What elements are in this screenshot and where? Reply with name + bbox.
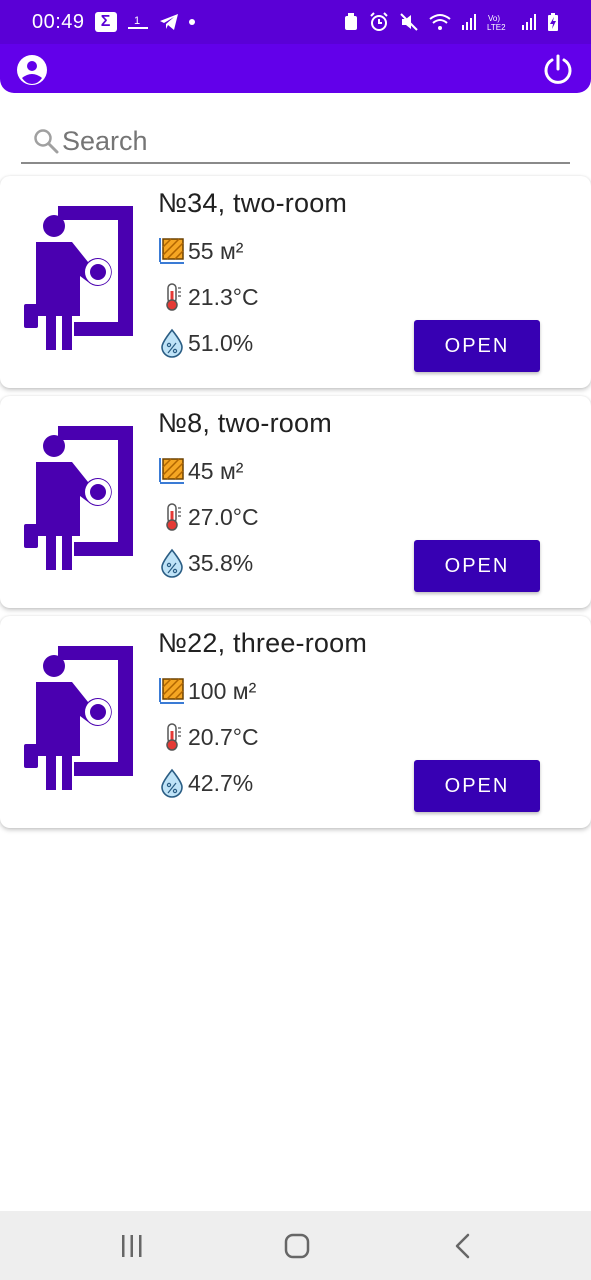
area-row: 55 м² xyxy=(158,235,243,267)
signal-icon xyxy=(521,13,537,31)
area-icon xyxy=(159,238,184,264)
mute-icon xyxy=(399,12,419,32)
area-value: 45 м² xyxy=(188,457,244,484)
person-door-icon xyxy=(22,426,137,576)
person-door-icon xyxy=(22,646,137,796)
humidity-icon xyxy=(161,548,183,578)
sigma-icon: Σ xyxy=(94,12,117,32)
open-button[interactable]: OPEN xyxy=(414,320,540,372)
humidity-row: 35.8% xyxy=(158,547,253,579)
humidity-icon xyxy=(161,328,183,358)
area-icon xyxy=(159,458,184,484)
humidity-value: 42.7% xyxy=(188,769,254,796)
apartment-title: №34, two-room xyxy=(158,188,348,218)
humidity-row: 51.0% xyxy=(158,327,253,359)
apartment-card: №22, three-room 100 м² 20.7°C 42.7% OPEN xyxy=(0,616,591,828)
volte-icon: Vo) LTE2 xyxy=(487,12,511,32)
area-icon xyxy=(159,678,184,704)
thermometer-icon xyxy=(166,723,181,751)
apartment-card: №8, two-room 45 м² 27.0°C 35.8% OPEN xyxy=(0,396,591,608)
temperature-row: 21.3°C xyxy=(158,281,259,313)
search-icon xyxy=(32,127,60,155)
home-icon[interactable] xyxy=(283,1232,311,1260)
area-row: 45 м² xyxy=(158,455,243,487)
app-bar xyxy=(0,44,591,93)
1more-icon: 1 xyxy=(127,12,149,32)
area-value: 100 м² xyxy=(188,677,257,704)
svg-text:1: 1 xyxy=(134,15,140,27)
battery-charging-icon xyxy=(547,12,559,32)
open-button[interactable]: OPEN xyxy=(414,760,540,812)
status-left: 00:49 Σ 1 xyxy=(32,11,195,34)
thermometer-icon xyxy=(166,503,181,531)
humidity-value: 35.8% xyxy=(188,549,254,576)
back-icon[interactable] xyxy=(450,1232,476,1260)
temperature-value: 20.7°C xyxy=(188,723,259,750)
status-right: Vo) LTE2 xyxy=(343,12,559,32)
thermometer-icon xyxy=(166,283,181,311)
alarm-icon xyxy=(369,12,389,32)
telegram-icon xyxy=(159,13,179,31)
area-value: 55 м² xyxy=(188,237,244,264)
status-bar: 00:49 Σ 1 Vo) LTE2 xyxy=(0,0,591,44)
humidity-row: 42.7% xyxy=(158,767,253,799)
person-door-icon xyxy=(22,206,137,356)
apartment-title: №8, two-room xyxy=(158,408,332,438)
signal-icon xyxy=(461,13,477,31)
apartment-title: №22, three-room xyxy=(158,628,368,658)
humidity-value: 51.0% xyxy=(188,329,254,356)
open-button[interactable]: OPEN xyxy=(414,540,540,592)
apartment-card: №34, two-room 55 м² 21.3°C 51.0% OPEN xyxy=(0,176,591,388)
account-icon[interactable] xyxy=(16,54,48,86)
status-time: 00:49 xyxy=(32,10,85,33)
temperature-value: 21.3°C xyxy=(188,283,259,310)
search-bar xyxy=(21,120,570,164)
svg-text:Vo): Vo) xyxy=(488,14,500,23)
temperature-row: 20.7°C xyxy=(158,721,259,753)
search-input[interactable] xyxy=(62,121,570,161)
temperature-row: 27.0°C xyxy=(158,501,259,533)
humidity-icon xyxy=(161,768,183,798)
dot-icon xyxy=(188,19,195,25)
nfc-icon xyxy=(343,12,359,32)
svg-text:LTE2: LTE2 xyxy=(487,23,506,32)
system-nav-bar xyxy=(0,1211,591,1280)
wifi-icon xyxy=(429,13,451,31)
area-row: 100 м² xyxy=(158,675,256,707)
temperature-value: 27.0°C xyxy=(188,503,259,530)
recents-icon[interactable] xyxy=(118,1233,146,1259)
power-icon[interactable] xyxy=(542,53,574,85)
